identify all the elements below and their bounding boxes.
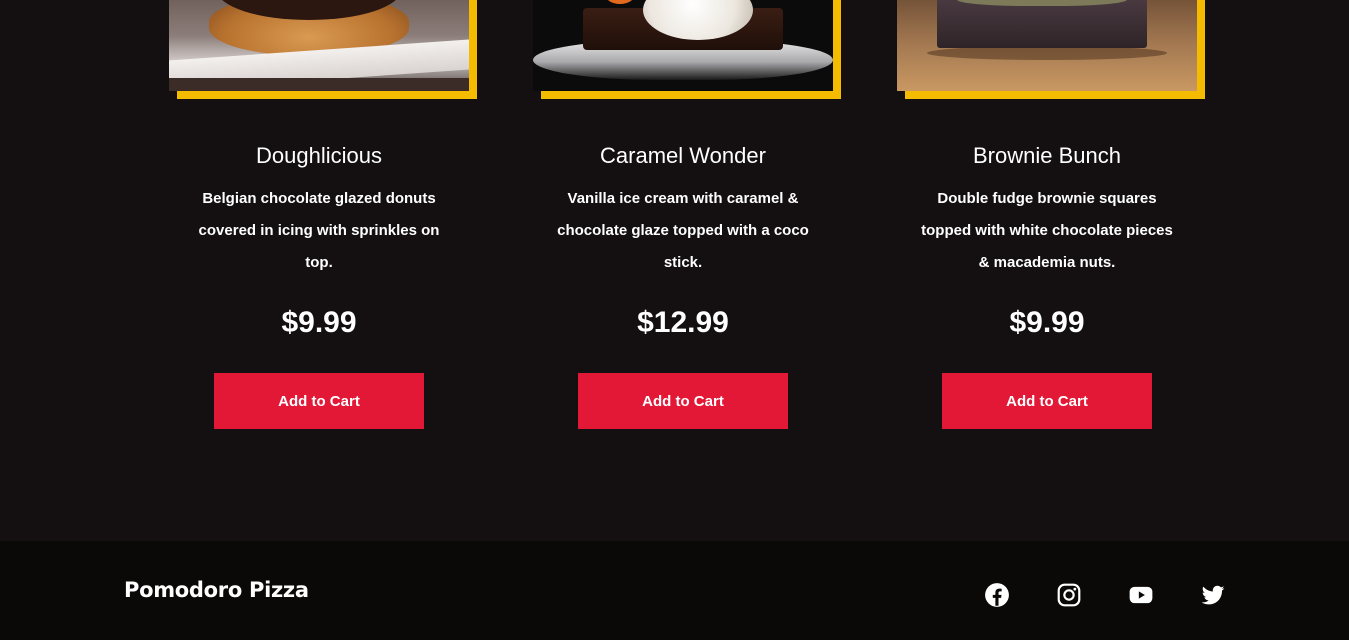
- instagram-icon[interactable]: [1055, 581, 1083, 609]
- site-footer: Pomodoro Pizza: [0, 541, 1349, 640]
- menu-item-title: Doughlicious: [256, 143, 382, 168]
- menu-item-title: Brownie Bunch: [973, 143, 1121, 168]
- menu-item-description: Double fudge brownie squares topped with…: [921, 190, 1173, 271]
- menu-card-brownie-bunch: Brownie Bunch Double fudge brownie squar…: [892, 0, 1205, 541]
- caramel-dessert-photo: [533, 0, 833, 91]
- add-to-cart-button[interactable]: Add to Cart: [942, 373, 1152, 429]
- menu-item-title: Caramel Wonder: [600, 143, 766, 168]
- menu-item-price: $9.99: [1009, 306, 1085, 339]
- donut-photo: [169, 0, 469, 91]
- menu-card-doughlicious: Doughlicious Belgian chocolate glazed do…: [164, 0, 477, 541]
- menu-item-description: Belgian chocolate glazed donuts covered …: [198, 190, 440, 271]
- menu-item-price: $9.99: [281, 306, 357, 339]
- menu-card-image-frame: [897, 0, 1205, 99]
- facebook-icon[interactable]: [983, 581, 1011, 609]
- menu-item-description: Vanilla ice cream with caramel & chocola…: [557, 190, 809, 271]
- footer-brand-logo[interactable]: Pomodoro Pizza: [124, 578, 309, 602]
- menu-card-image-frame: [533, 0, 841, 99]
- menu-card-image-frame: [169, 0, 477, 99]
- twitter-icon[interactable]: [1199, 581, 1227, 609]
- dessert-menu-section: Doughlicious Belgian chocolate glazed do…: [0, 0, 1349, 541]
- brownie-photo: [897, 0, 1197, 91]
- menu-card-caramel-wonder: Caramel Wonder Vanilla ice cream with ca…: [528, 0, 841, 541]
- add-to-cart-button[interactable]: Add to Cart: [578, 373, 788, 429]
- youtube-icon[interactable]: [1127, 581, 1155, 609]
- add-to-cart-button[interactable]: Add to Cart: [214, 373, 424, 429]
- menu-item-price: $12.99: [637, 306, 729, 339]
